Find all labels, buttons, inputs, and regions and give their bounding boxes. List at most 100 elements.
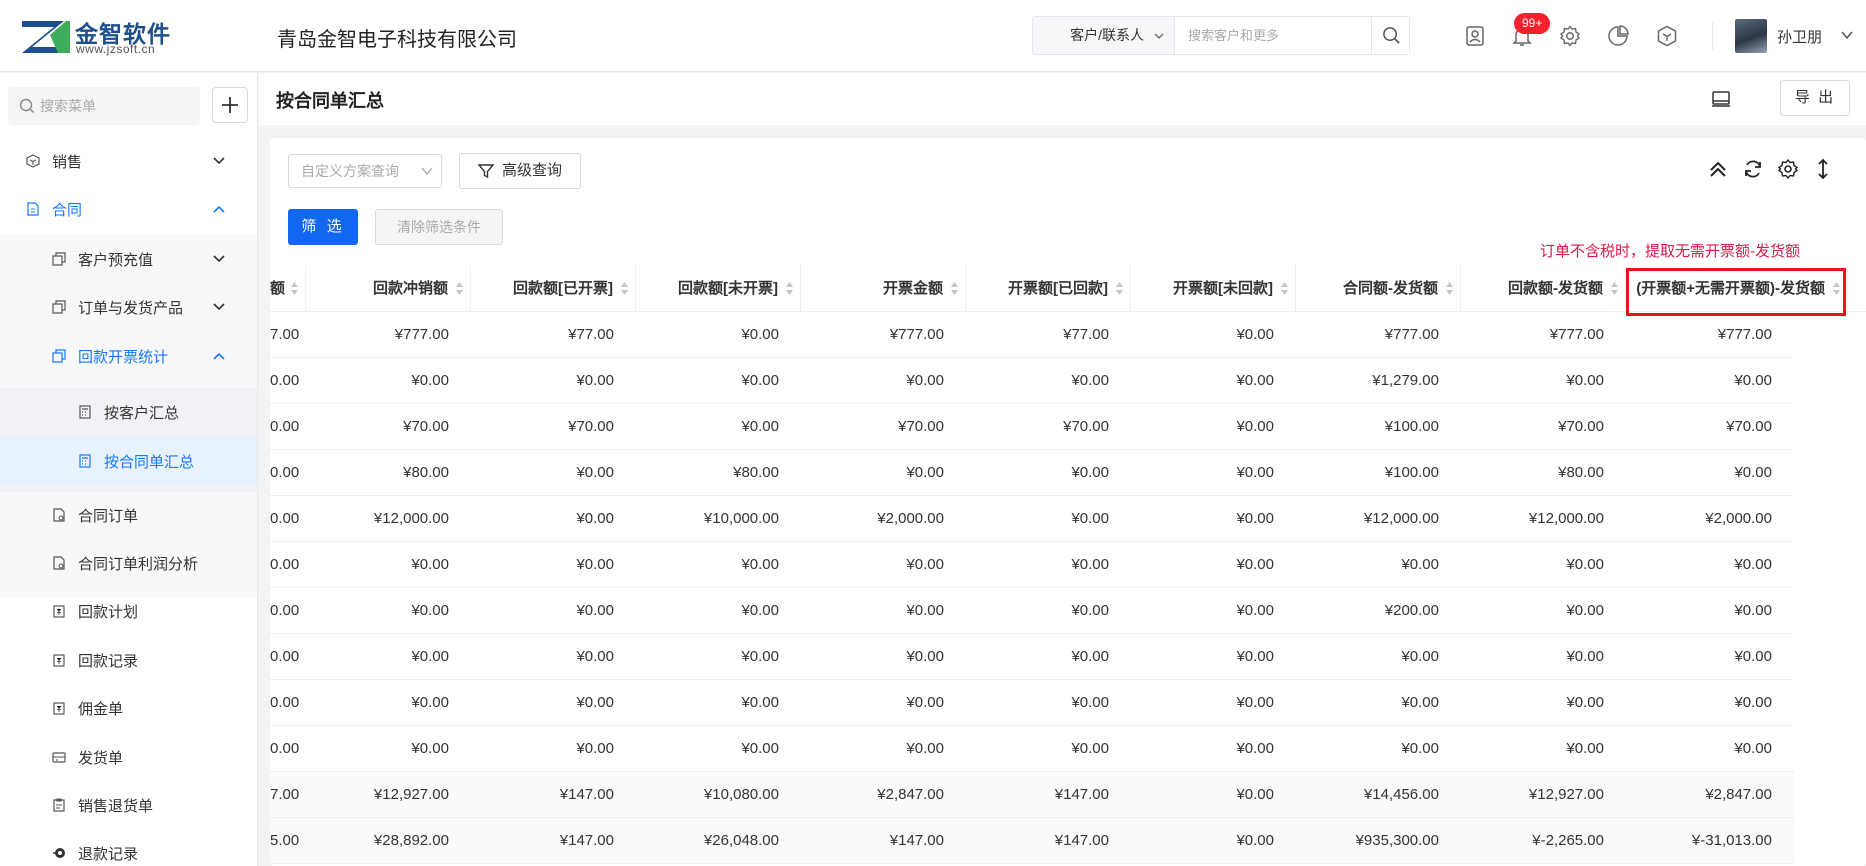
sort-icon[interactable] (620, 281, 629, 296)
column-header[interactable]: 开票额[已回款] (966, 265, 1131, 312)
sidebar-item-shipment[interactable]: 发货单 (0, 733, 257, 781)
table-cell: ¥0.00 (1071, 510, 1109, 527)
pie-chart-icon[interactable] (1606, 24, 1630, 48)
sidebar-item-refund[interactable]: 退款记录 (0, 829, 257, 866)
table-row[interactable]: 0.00 ¥80.00 ¥0.00 ¥80.00 ¥0.00 ¥0.00 ¥0.00 ¥100… (270, 450, 1794, 496)
sidebar-item-customer-prepaid[interactable]: 客户预充值 (0, 235, 257, 283)
table-cell: ¥70.00 (898, 418, 944, 435)
summary-row[interactable]: 5.00 ¥28,892.00 ¥147.00 ¥26,048.00 ¥147.00 ¥1… (270, 818, 1794, 864)
table-row[interactable]: 0.00 ¥12,000.00 ¥0.00 ¥10,000.00 ¥2,000.00 ¥0… (270, 496, 1794, 542)
collapse-up-icon[interactable] (1707, 158, 1729, 180)
column-header[interactable]: 回款额[已开票] (471, 265, 636, 312)
table-row[interactable]: 0.00 ¥0.00 ¥0.00 ¥0.00 ¥0.00 ¥0.00 ¥0.00 ¥0.00 ¥… (270, 634, 1794, 680)
search-type-select[interactable]: 客户/联系人 (1033, 17, 1175, 54)
sidebar-item-by-customer[interactable]: 按客户汇总 (0, 388, 257, 436)
company-logo[interactable]: 金智软件 www.jzsoft.cn (20, 15, 180, 57)
sidebar-item-label: 回款记录 (78, 653, 139, 670)
company-name: 青岛金智电子科技有限公司 (277, 29, 517, 51)
sort-icon[interactable] (950, 281, 959, 296)
table-cell: ¥0.00 (1566, 740, 1604, 757)
table-cell: ¥0.00 (1734, 740, 1772, 757)
search-input[interactable] (1176, 17, 1370, 54)
column-header[interactable]: 开票额[未回款] (1131, 265, 1296, 312)
scheme-query-placeholder: 自定义方案查询 (301, 163, 399, 179)
contacts-icon[interactable] (1463, 24, 1487, 48)
chevron-up-icon (213, 205, 225, 213)
table-cell: ¥0.00 (741, 372, 779, 389)
layout-toggle-icon[interactable] (1710, 88, 1732, 110)
sort-icon[interactable] (1280, 281, 1289, 296)
search-button[interactable] (1371, 17, 1409, 54)
sidebar-item-commission[interactable]: 佣金单 (0, 684, 257, 732)
table-cell: ¥0.00 (1566, 602, 1604, 619)
scheme-query-select[interactable]: 自定义方案查询 (288, 154, 442, 188)
table-cell: ¥12,927.00 (373, 786, 449, 803)
column-header[interactable]: 额 (270, 265, 306, 312)
sort-icon[interactable] (1610, 281, 1619, 296)
table-cell: ¥12,000.00 (1528, 510, 1604, 527)
sidebar-item-payment-record[interactable]: 回款记录 (0, 636, 257, 684)
sidebar-item-order-profit[interactable]: 合同订单利润分析 (0, 539, 257, 587)
table-cell: ¥777.00 (394, 326, 449, 343)
table-row[interactable]: 0.00 ¥0.00 ¥0.00 ¥0.00 ¥0.00 ¥0.00 ¥0.00 ¥1,279… (270, 358, 1794, 404)
cube-icon (26, 154, 40, 168)
sidebar-item-sales[interactable]: 销售 (0, 137, 257, 185)
chevron-down-icon[interactable] (1840, 28, 1854, 42)
table-row[interactable]: 7.00 ¥777.00 ¥77.00 ¥0.00 ¥777.00 ¥77.00 ¥0.00… (270, 312, 1794, 358)
sidebar-item-payment-invoice-stats[interactable]: 回款开票统计 (0, 332, 257, 380)
table-cell: ¥0.00 (1236, 464, 1274, 481)
table-cell: ¥0.00 (906, 740, 944, 757)
sort-icon[interactable] (290, 281, 299, 296)
username[interactable]: 孙卫朋 (1777, 26, 1822, 47)
cube-icon[interactable] (1655, 24, 1679, 48)
table-cell: ¥70.00 (403, 418, 449, 435)
table-cell: ¥0.00 (576, 740, 614, 757)
export-button[interactable]: 导 出 (1780, 80, 1850, 116)
table-cell: ¥147.00 (1054, 832, 1109, 849)
table-cell: ¥0.00 (1734, 694, 1772, 711)
row-height-icon[interactable] (1812, 158, 1834, 180)
table-row[interactable]: 0.00 ¥0.00 ¥0.00 ¥0.00 ¥0.00 ¥0.00 ¥0.00 ¥0.00 ¥… (270, 680, 1794, 726)
document-icon (53, 556, 65, 570)
clear-filter-button[interactable]: 清除筛选条件 (375, 209, 503, 245)
sort-icon[interactable] (1115, 281, 1124, 296)
table-cell: 0.00 (270, 418, 300, 435)
table-cell: ¥0.00 (906, 556, 944, 573)
sidebar-item-label: 回款开票统计 (78, 349, 169, 366)
sidebar-item-label: 销售退货单 (78, 798, 154, 815)
sidebar-item-contract[interactable]: 合同 (0, 185, 257, 233)
table-row[interactable]: 0.00 ¥0.00 ¥0.00 ¥0.00 ¥0.00 ¥0.00 ¥0.00 ¥200.0… (270, 588, 1794, 634)
table-cell: ¥12,000.00 (373, 510, 449, 527)
header-divider (1712, 22, 1713, 50)
column-header-label: 合同额-发货额 (1343, 280, 1438, 297)
document-icon (53, 508, 65, 522)
column-header[interactable]: 回款额[未开票] (636, 265, 801, 312)
sidebar-item-contract-order[interactable]: 合同订单 (0, 491, 257, 539)
table-cell: ¥0.00 (411, 648, 449, 665)
sort-icon[interactable] (1445, 281, 1454, 296)
filter-button[interactable]: 筛 选 (288, 209, 358, 245)
gear-icon[interactable] (1777, 158, 1799, 180)
table-row[interactable]: 0.00 ¥0.00 ¥0.00 ¥0.00 ¥0.00 ¥0.00 ¥0.00 ¥0.00 ¥… (270, 542, 1794, 588)
sort-icon[interactable] (785, 281, 794, 296)
column-header[interactable]: 回款冲销额 (306, 265, 471, 312)
advanced-query-button[interactable]: 高级查询 (459, 153, 581, 189)
gear-icon[interactable] (1558, 24, 1582, 48)
column-header[interactable]: 回款额-发货额 (1461, 265, 1626, 312)
summary-row[interactable]: 7.00 ¥12,927.00 ¥147.00 ¥10,080.00 ¥2,847.00… (270, 772, 1794, 818)
sort-icon[interactable] (455, 281, 464, 296)
add-button[interactable] (212, 87, 248, 123)
sidebar-item-by-contract[interactable]: 按合同单汇总 (0, 437, 257, 485)
table-row[interactable]: 0.00 ¥0.00 ¥0.00 ¥0.00 ¥0.00 ¥0.00 ¥0.00 ¥0.00 ¥… (270, 726, 1794, 772)
column-header[interactable]: 合同额-发货额 (1296, 265, 1461, 312)
sidebar-item-sales-return[interactable]: 销售退货单 (0, 781, 257, 829)
column-header[interactable]: 开票金额 (801, 265, 966, 312)
sidebar-item-order-shipping[interactable]: 订单与发货产品 (0, 283, 257, 331)
table-cell: ¥100.00 (1384, 464, 1439, 481)
column-header-label: 开票额[已回款] (1008, 280, 1108, 297)
avatar[interactable] (1735, 19, 1767, 53)
table-row[interactable]: 0.00 ¥70.00 ¥70.00 ¥0.00 ¥70.00 ¥70.00 ¥0.00 ¥1… (270, 404, 1794, 450)
refresh-icon[interactable] (1742, 158, 1764, 180)
sidebar-item-payment-plan[interactable]: 回款计划 (0, 587, 257, 635)
menu-search-input[interactable] (40, 87, 190, 125)
